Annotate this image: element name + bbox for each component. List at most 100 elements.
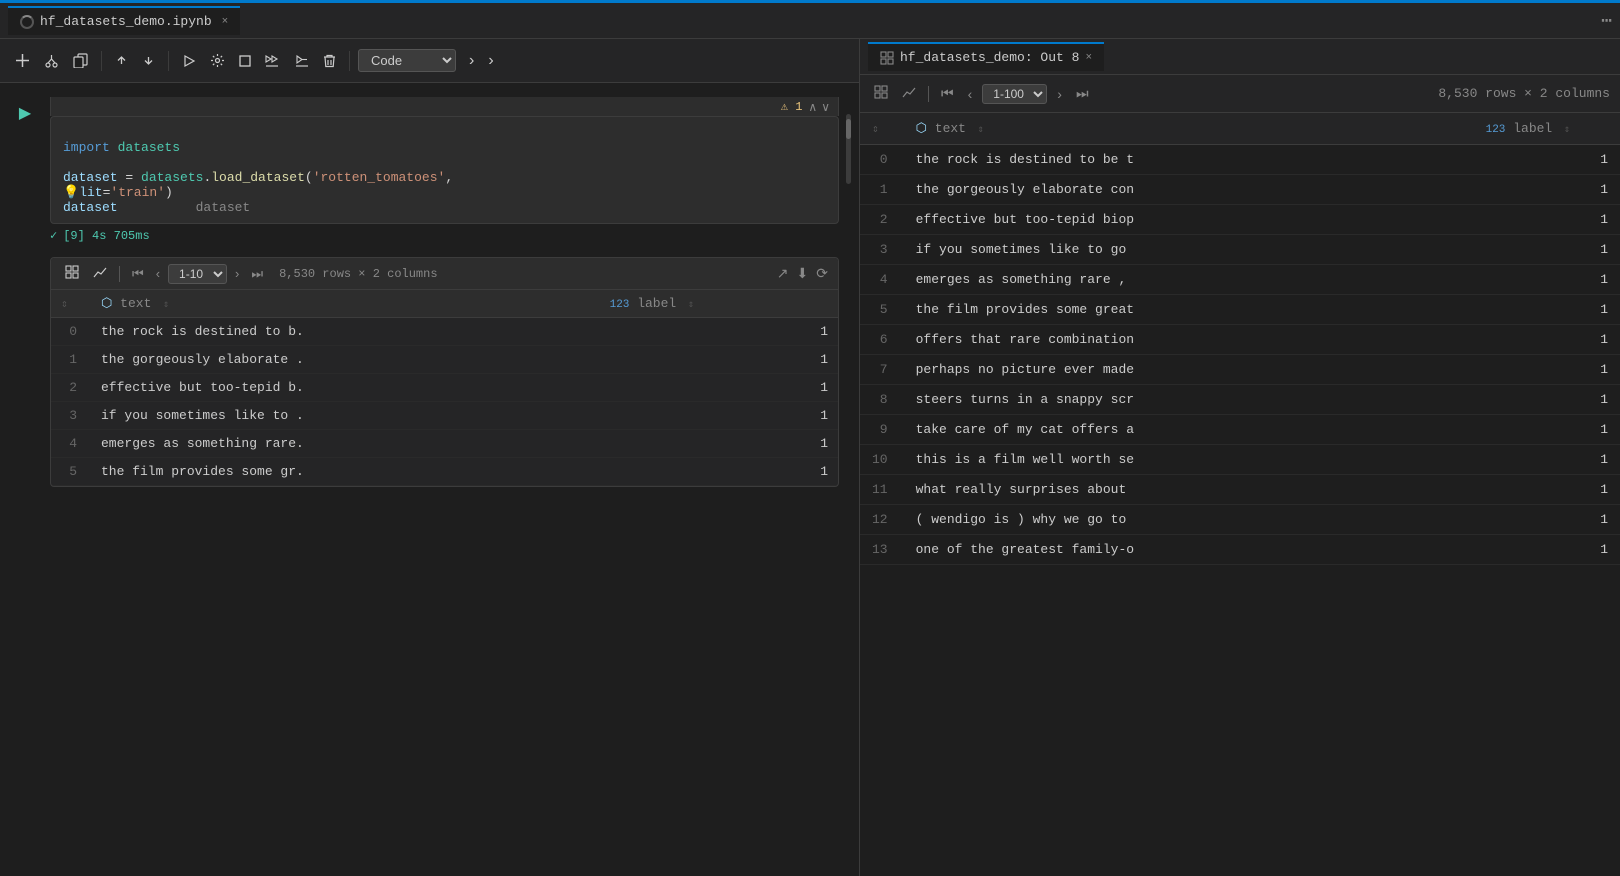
notebook-row-text: the gorgeously elaborate .: [91, 346, 600, 374]
settings-button[interactable]: [205, 49, 230, 72]
output-table-row: 13 one of the greatest family-o 1: [860, 535, 1620, 565]
output-tab-bar: hf_datasets_demo: Out 8 ×: [860, 39, 1620, 75]
notebook-last-page-btn[interactable]: ⏭: [247, 265, 267, 283]
output-row-label: 1: [1474, 535, 1620, 565]
cell-body: ⚠ 1 ∧ ∨ import datasets dataset = datase…: [50, 97, 839, 245]
delete-button[interactable]: [318, 50, 341, 72]
cell-code-input[interactable]: import datasets dataset = datasets.load_…: [50, 116, 839, 224]
notebook-tab-close[interactable]: ×: [222, 16, 229, 28]
run-all-button[interactable]: [260, 50, 286, 72]
output-row-text: one of the greatest family-o: [904, 535, 1474, 565]
output-table-row: 7 perhaps no picture ever made 1: [860, 355, 1620, 385]
output-table-container: ⇕ ⬡ text ⇕ 123 label ⇕ 0 the rock is des…: [860, 113, 1620, 876]
notebook-row-text: the rock is destined to b.: [91, 318, 600, 346]
output-row-label: 1: [1474, 235, 1620, 265]
output-row-index: 13: [860, 535, 904, 565]
notebook-row-index: 5: [51, 458, 91, 486]
run-below-button[interactable]: [290, 50, 314, 72]
cell-run-button[interactable]: ▶: [19, 103, 31, 123]
output-row-text: the film provides some great: [904, 295, 1474, 325]
output-row-text: the gorgeously elaborate con: [904, 175, 1474, 205]
collapse-down-btn[interactable]: ∨: [821, 100, 830, 114]
output-col-text[interactable]: ⬡ text ⇕: [904, 113, 1474, 145]
output-table-row: 8 steers turns in a snappy scr 1: [860, 385, 1620, 415]
move-up-button[interactable]: [110, 50, 133, 71]
notebook-table-row: 2 effective but too-tepid b. 1: [51, 374, 838, 402]
collapse-up-btn[interactable]: ∧: [808, 100, 817, 114]
output-prev-page-btn[interactable]: ‹: [964, 84, 977, 104]
notebook-page-select[interactable]: 1-10: [168, 264, 227, 284]
tab-more-options[interactable]: ⋯: [1601, 10, 1612, 32]
chevron-right-button[interactable]: ›: [483, 48, 498, 74]
output-row-label: 1: [1474, 505, 1620, 535]
notebook-first-page-btn[interactable]: ⏮: [128, 265, 148, 283]
warning-count: ⚠ 1: [781, 99, 803, 114]
toolbar-sep-2: [168, 51, 169, 71]
output-panel: hf_datasets_demo: Out 8 × ⏮ ‹: [860, 39, 1620, 876]
warning-collapse-btns: ∧ ∨: [808, 100, 830, 114]
notebook-tab[interactable]: hf_datasets_demo.ipynb ×: [8, 6, 240, 35]
notebook-chart-view-btn[interactable]: [89, 263, 111, 284]
output-tab-label: hf_datasets_demo: Out 8: [900, 50, 1079, 65]
cut-button[interactable]: [39, 49, 64, 72]
notebook-next-page-btn[interactable]: ›: [231, 265, 243, 282]
output-row-label: 1: [1474, 475, 1620, 505]
output-grid-view-btn[interactable]: [870, 83, 892, 104]
output-row-text: steers turns in a snappy scr: [904, 385, 1474, 415]
stop-button[interactable]: [234, 51, 256, 71]
notebook-table-row: 0 the rock is destined to b. 1: [51, 318, 838, 346]
notebook-row-label: 1: [600, 402, 838, 430]
output-rows-info: 8,530 rows × 2 columns: [1438, 86, 1610, 101]
move-down-button[interactable]: [137, 50, 160, 71]
notebook-row-label: 1: [600, 430, 838, 458]
output-row-label: 1: [1474, 385, 1620, 415]
output-row-index: 1: [860, 175, 904, 205]
output-row-index: 3: [860, 235, 904, 265]
tab-bar: hf_datasets_demo.ipynb × ⋯: [0, 3, 1620, 39]
notebook-col-text[interactable]: ⬡ text ⇕: [91, 290, 600, 318]
output-row-text: what really surprises about: [904, 475, 1474, 505]
output-table-row: 0 the rock is destined to be t 1: [860, 145, 1620, 175]
output-tab-grid-icon: [880, 51, 894, 65]
notebook-refresh-btn[interactable]: ⟳: [816, 265, 828, 282]
exec-time: [9] 4s 705ms: [63, 229, 149, 243]
table-toolbar-sep: [119, 266, 120, 282]
more-options-right[interactable]: ›: [464, 48, 479, 74]
output-col-label[interactable]: 123 label ⇕: [1474, 113, 1620, 145]
output-col-index: ⇕: [860, 113, 904, 145]
output-table-row: 10 this is a film well worth se 1: [860, 445, 1620, 475]
output-table-row: 6 offers that rare combination 1: [860, 325, 1620, 355]
copy-button[interactable]: [68, 49, 93, 72]
notebook-download-btn[interactable]: ⬇: [797, 265, 809, 282]
output-tab[interactable]: hf_datasets_demo: Out 8 ×: [868, 42, 1104, 71]
output-row-index: 7: [860, 355, 904, 385]
output-tab-close[interactable]: ×: [1085, 52, 1092, 64]
output-first-page-btn[interactable]: ⏮: [937, 83, 958, 104]
output-row-index: 4: [860, 265, 904, 295]
output-table-row: 4 emerges as something rare , 1: [860, 265, 1620, 295]
notebook-row-text: if you sometimes like to .: [91, 402, 600, 430]
cell-type-select[interactable]: Code Markdown Raw: [358, 49, 456, 72]
output-row-index: 0: [860, 145, 904, 175]
output-chart-view-btn[interactable]: [898, 83, 920, 104]
notebook-data-table: ⇕ ⬡ text ⇕ 123 label ⇕ 0 the rock is de: [51, 290, 838, 486]
notebook-external-link-btn[interactable]: ↗: [777, 265, 789, 282]
output-next-page-btn[interactable]: ›: [1053, 84, 1066, 104]
notebook-table-row: 1 the gorgeously elaborate . 1: [51, 346, 838, 374]
notebook-col-index: ⇕: [51, 290, 91, 318]
output-data-table: ⇕ ⬡ text ⇕ 123 label ⇕ 0 the rock is des…: [860, 113, 1620, 565]
notebook-row-label: 1: [600, 374, 838, 402]
output-row-text: this is a film well worth se: [904, 445, 1474, 475]
run-cell-button[interactable]: [177, 50, 201, 72]
cell-gutter: ▶: [0, 97, 50, 123]
output-table-row: 3 if you sometimes like to go 1: [860, 235, 1620, 265]
notebook-output-table-container: ⏮ ‹ 1-10 › ⏭ 8,530 rows × 2 columns ↗ ⬇ …: [50, 257, 839, 487]
notebook-grid-view-btn[interactable]: [61, 263, 83, 284]
output-page-select[interactable]: 1-100: [982, 84, 1047, 104]
notebook-prev-page-btn[interactable]: ‹: [152, 265, 164, 282]
add-cell-button[interactable]: [10, 49, 35, 72]
output-row-text: emerges as something rare ,: [904, 265, 1474, 295]
output-last-page-btn[interactable]: ⏭: [1072, 83, 1093, 104]
output-row-text: ( wendigo is ) why we go to: [904, 505, 1474, 535]
notebook-col-label[interactable]: 123 label ⇕: [600, 290, 838, 318]
